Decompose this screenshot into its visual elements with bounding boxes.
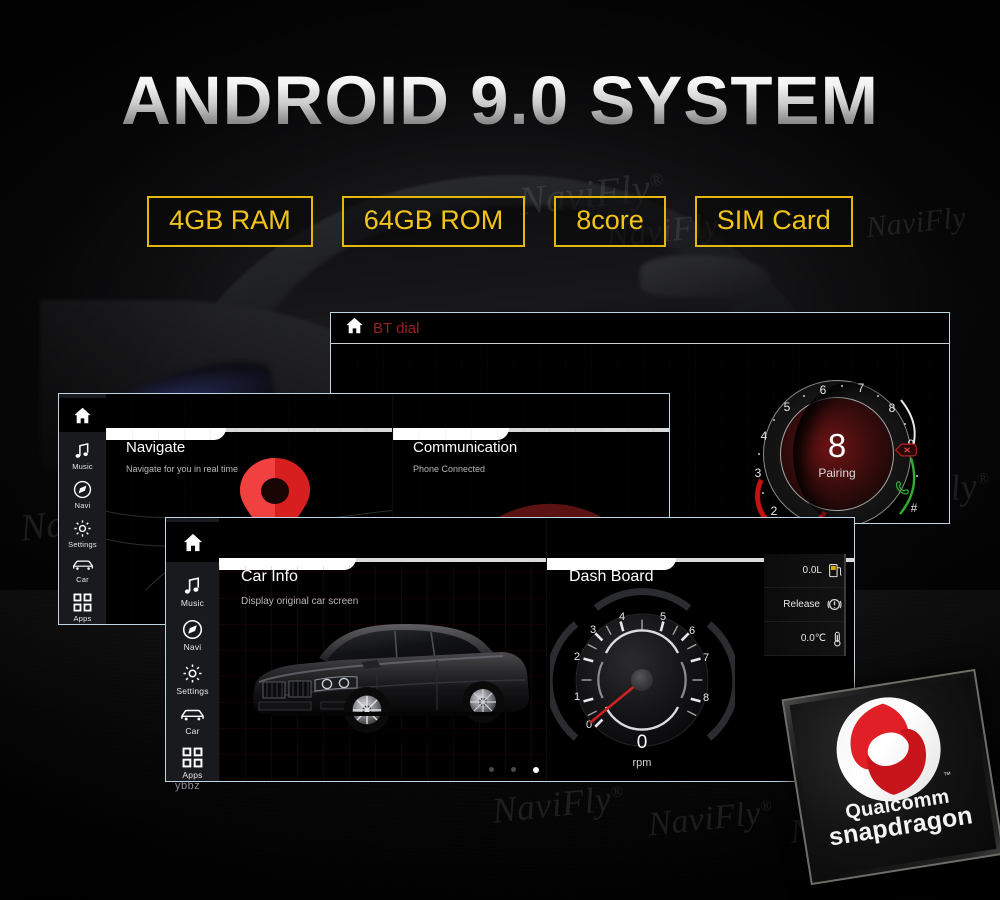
sidebar-item-apps[interactable]: Apps: [73, 593, 92, 623]
sidebar-item-label: Car: [185, 726, 200, 736]
pagination-dots[interactable]: [489, 767, 539, 773]
sidebar-item-settings[interactable]: Settings: [176, 663, 208, 696]
sidebar-item-label: Settings: [68, 540, 97, 549]
dial-tick: [773, 419, 775, 421]
card-tab-indicator: [219, 558, 546, 570]
car-image-bmw-x5: [253, 624, 529, 748]
sidebar-item-label: Music: [180, 598, 205, 608]
card-area: Car Info Display original car screen Das…: [219, 518, 854, 781]
readout-value: Release: [783, 599, 820, 610]
dial-tick: [762, 492, 764, 494]
readout-brake: Release: [764, 588, 846, 622]
svg-text:1: 1: [574, 691, 580, 703]
pagination-dot[interactable]: [489, 767, 494, 772]
dial-digit[interactable]: 4: [761, 430, 768, 442]
badge-sim: SIM Card: [694, 196, 853, 247]
card-title: Navigate: [126, 439, 186, 456]
card-car-info[interactable]: Car Info Display original car screen: [219, 518, 546, 781]
card-title: Communication: [413, 439, 518, 456]
dial-digit[interactable]: 5: [784, 401, 791, 413]
home-screen-carinfo[interactable]: 20:21 Music: [165, 517, 855, 782]
readout-edge-bar: [844, 554, 846, 656]
sidebar-item-navi[interactable]: Navi: [73, 480, 92, 510]
dial-center-state: Pairing: [818, 465, 856, 480]
dial-digit[interactable]: 2: [771, 505, 778, 517]
sidebar-item-label: Settings: [176, 686, 209, 696]
svg-text:2: 2: [574, 651, 580, 663]
svg-text:rpm: rpm: [633, 757, 652, 769]
dial-center-number: 8: [827, 426, 847, 464]
sidebar-item-music[interactable]: Music: [181, 575, 204, 608]
svg-text:6: 6: [689, 625, 695, 637]
svg-text:5: 5: [660, 611, 666, 623]
thermometer-icon: [833, 631, 842, 647]
sidebar-item-label: Navi: [74, 501, 91, 510]
dial-inner-disc: 8 Pairing: [780, 397, 894, 511]
svg-text:3: 3: [590, 624, 596, 636]
svg-text:8: 8: [703, 692, 709, 704]
bt-dial-title: BT dial: [373, 319, 420, 337]
readout-value: 0.0℃: [800, 633, 826, 644]
pagination-dot-active[interactable]: [533, 767, 539, 773]
dial-digit[interactable]: 6: [820, 384, 827, 396]
badge-rom: 64GB ROM: [341, 196, 526, 247]
sidebar-item-music[interactable]: Music: [72, 441, 93, 471]
sidebar-item-label: Apps: [73, 614, 92, 623]
phone-dial[interactable]: 8 Pairing 1 2 3 4 5 6 7 8 9 * #: [745, 366, 925, 523]
brake-icon: [827, 597, 842, 612]
dial-digit[interactable]: 3: [755, 467, 762, 479]
trademark-symbol: ™: [942, 769, 953, 781]
card-title: Car Info: [241, 568, 298, 585]
sidebar-item-car[interactable]: Car: [72, 558, 94, 584]
snapdragon-chip: ™ Qualcomm snapdragon: [781, 668, 1000, 886]
dial-tick: [758, 453, 760, 455]
sidebar-item-apps[interactable]: Apps: [182, 747, 203, 780]
phone-call-icon[interactable]: [894, 479, 914, 504]
fuel-icon: [829, 563, 842, 578]
home-icon[interactable]: [59, 398, 106, 432]
readout-temperature: 0.0℃: [764, 622, 846, 656]
sidebar-item-car[interactable]: Car: [180, 707, 205, 736]
card-subtitle: Display original car screen: [241, 596, 359, 607]
dial-tick: [877, 395, 879, 397]
badge-cores: 8core: [554, 196, 666, 247]
readout-fuel: 0.0L: [764, 554, 846, 588]
dial-tick: [841, 385, 843, 387]
pagination-dot[interactable]: [511, 767, 516, 772]
sidebar-item-label: Apps: [182, 770, 203, 780]
nav-rail: Music Navi Settings Car Apps: [59, 394, 106, 624]
end-call-icon[interactable]: [894, 443, 917, 462]
home-icon[interactable]: [345, 317, 364, 339]
sidebar-item-label: Car: [76, 575, 89, 584]
home-icon[interactable]: [166, 522, 219, 562]
dial-digit[interactable]: 7: [858, 382, 865, 394]
sidebar-item-label: Music: [72, 462, 93, 471]
readout-value: 0.0L: [802, 565, 822, 576]
svg-text:0: 0: [637, 732, 648, 753]
tachometer-gauge: 0 1 2 3 4 5 6 7 8 0 rpm: [547, 588, 740, 773]
readout-panel: 0.0L Release 0.0℃: [764, 554, 846, 656]
card-title: Dash Board: [569, 568, 654, 585]
card-subtitle: Navigate for you in real time: [126, 464, 239, 474]
sidebar-item-navi[interactable]: Navi: [182, 619, 203, 652]
sidebar-item-settings[interactable]: Settings: [68, 519, 97, 549]
background-car-mirror: [640, 255, 770, 297]
sidebar-item-label: Navi: [183, 642, 202, 652]
svg-text:4: 4: [619, 611, 625, 623]
bt-dial-header: BT dial: [331, 313, 949, 343]
feature-badge-list: 4GB RAM 64GB ROM 8core SIM Card: [0, 196, 1000, 247]
nav-rail: Music Navi Settings Car Apps: [166, 518, 219, 781]
svg-text:7: 7: [703, 652, 709, 664]
badge-ram: 4GB RAM: [147, 196, 313, 247]
page-title: ANDROID 9.0 SYSTEM: [0, 66, 1000, 135]
dial-tick: [803, 395, 805, 397]
